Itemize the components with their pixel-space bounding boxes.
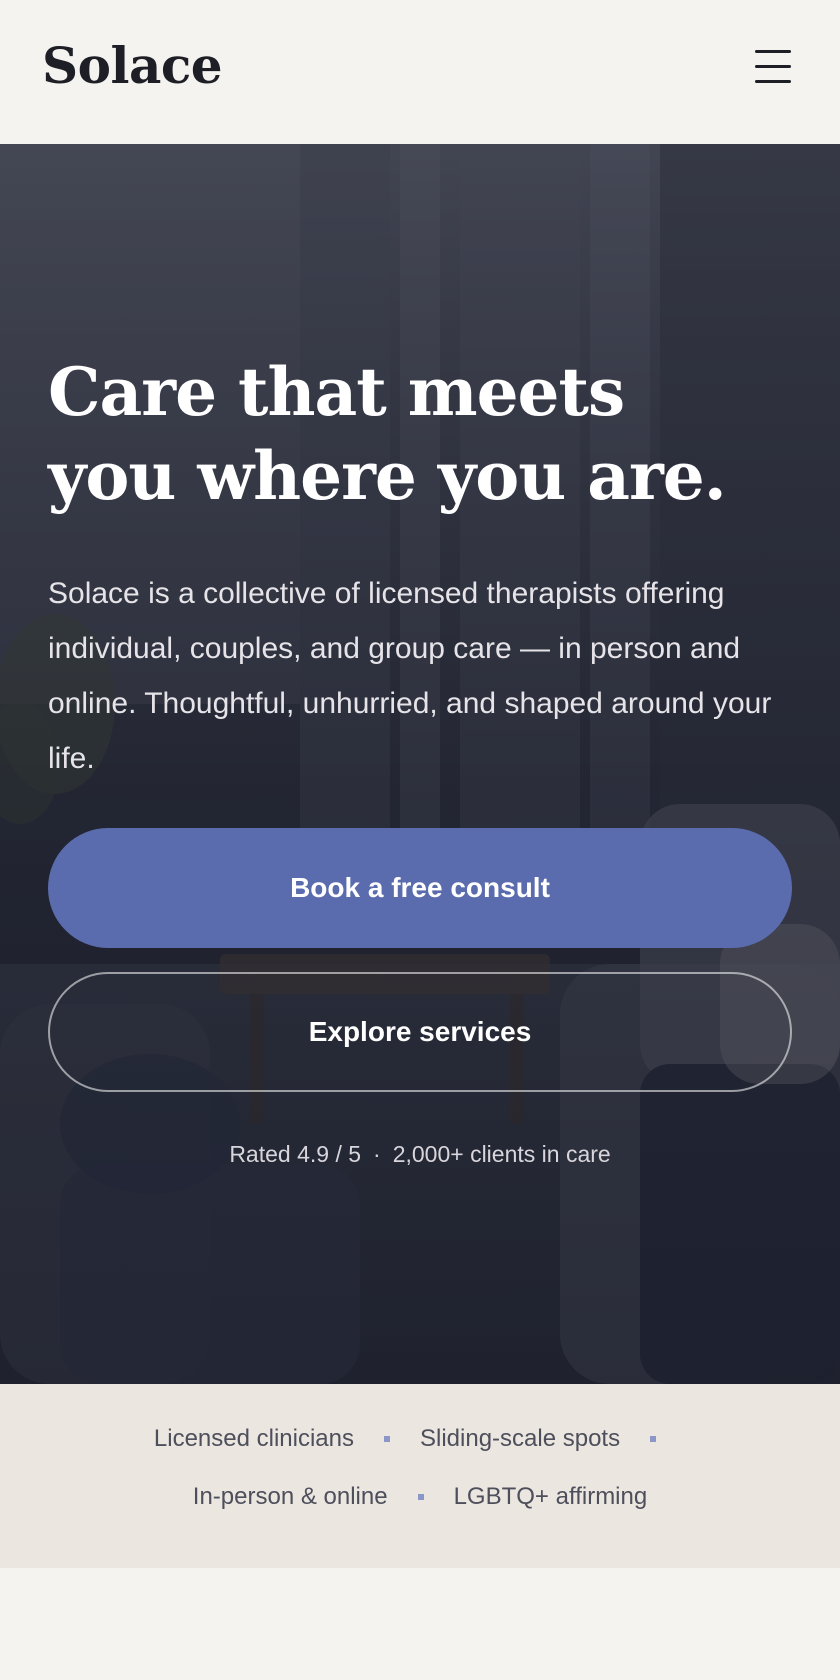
hero-section: Care that meets you where you are. Solac… [0, 144, 840, 1384]
site-header: Solace [0, 0, 840, 144]
menu-line [755, 80, 791, 83]
explore-services-button[interactable]: Explore services [48, 972, 792, 1092]
feature-separator-icon [417, 1493, 424, 1500]
feature-separator-icon [650, 1435, 657, 1442]
book-consult-button[interactable]: Book a free consult [48, 828, 792, 948]
hero-title: Care that meets you where you are. [48, 350, 788, 518]
logo[interactable]: Solace [42, 34, 223, 98]
feature-item: In-person & online [192, 1483, 388, 1510]
hero-title-line-1: Care that meets [48, 353, 625, 431]
rating-summary: Rated 4.9 / 5 · 2,000+ clients in care [0, 1138, 840, 1170]
hamburger-menu-icon[interactable] [750, 46, 794, 86]
menu-line [755, 50, 791, 53]
features-row: In-person & online LGBTQ+ affirming [0, 1480, 840, 1514]
rating-text: Rated 4.9 / 5 [229, 1141, 362, 1167]
features-row: Licensed clinicians Sliding-scale spots [0, 1422, 840, 1456]
hero-description: Solace is a collective of licensed thera… [48, 577, 772, 775]
hero-title-line-2: you where you are. [48, 437, 727, 515]
rating-separator: · [373, 1141, 381, 1167]
feature-separator-icon [384, 1435, 390, 1442]
feature-item: Licensed clinicians [153, 1425, 354, 1452]
clients-count: 2,000+ clients in care [392, 1141, 611, 1167]
feature-item: Sliding-scale spots [420, 1425, 621, 1452]
menu-line [755, 65, 791, 68]
feature-item: LGBTQ+ affirming [453, 1483, 648, 1510]
features-strip: Licensed clinicians Sliding-scale spots I… [0, 1384, 840, 1568]
